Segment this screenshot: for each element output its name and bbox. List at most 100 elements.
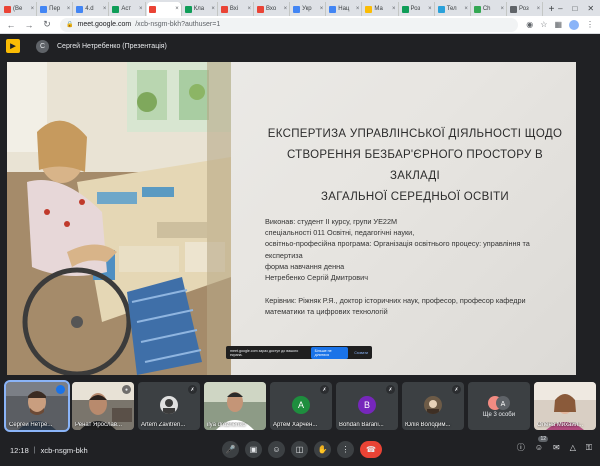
tab-close-icon[interactable]: × <box>31 6 35 12</box>
participant-tile[interactable]: ✗ A Артем Харчен... <box>270 382 332 430</box>
tab-favicon-icon <box>437 5 445 13</box>
tab-close-icon[interactable]: × <box>247 6 251 12</box>
browser-tab[interactable]: (Be × <box>2 2 38 16</box>
participant-tile[interactable]: ● Ренат Ярослав... <box>72 382 134 430</box>
raise-hand-button[interactable]: ✋ <box>314 441 331 458</box>
browser-tab[interactable]: Кла × <box>183 2 218 16</box>
more-participants-tile[interactable]: A Ще 3 особи <box>468 382 530 430</box>
new-tab-button[interactable]: + <box>546 4 557 16</box>
profile-avatar[interactable] <box>569 19 579 30</box>
more-vert-icon: ⋮ <box>341 445 350 454</box>
browser-tab[interactable]: Пер × <box>38 2 74 16</box>
leave-call-button[interactable]: ☎ <box>360 441 382 458</box>
tab-label: Нац <box>338 6 350 12</box>
emoji-icon: ☺ <box>272 445 281 454</box>
minimize-icon[interactable]: – <box>558 4 562 13</box>
close-window-icon[interactable]: ✕ <box>587 4 594 13</box>
stop-sharing-button[interactable]: Більше не ділитися <box>310 346 349 359</box>
tab-favicon-icon <box>220 5 228 13</box>
maximize-icon[interactable]: □ <box>573 4 578 13</box>
bookmark-star-icon[interactable]: ☆ <box>540 20 547 29</box>
participant-tile[interactable]: ✗ B Bohdan Barani... <box>336 382 398 430</box>
tab-close-icon[interactable]: × <box>500 6 504 12</box>
participant-name: Ренат Ярослав... <box>75 422 123 428</box>
camera-permission-icon[interactable]: ◉ <box>526 20 533 29</box>
browser-tab[interactable]: × <box>146 2 182 16</box>
browser-tab[interactable]: Нац × <box>327 2 363 16</box>
browser-tab[interactable]: Роз × <box>400 2 435 16</box>
tab-close-icon[interactable]: × <box>320 6 324 12</box>
camera-button[interactable]: ▣ <box>245 441 262 458</box>
browser-tab[interactable]: Вхо × <box>255 2 291 16</box>
participant-tile[interactable]: Сергей Нетре... <box>4 380 70 432</box>
present-screen-icon: ◫ <box>295 445 304 454</box>
back-icon[interactable]: ← <box>6 20 16 30</box>
hide-notification-button[interactable]: Сховати <box>354 351 368 355</box>
present-button[interactable]: ◫ <box>291 441 308 458</box>
mic-off-icon: ● <box>122 385 131 394</box>
current-time: 12:18 <box>10 445 29 455</box>
forward-icon[interactable]: → <box>24 20 34 30</box>
slide-title-line: ЗАГАЛЬНОЇ СЕРЕДНЬОЇ ОСВІТИ <box>321 191 509 203</box>
presentation-slide: ЕКСПЕРТИЗА УПРАВЛІНСЬКОЇ ДІЯЛЬНОСТІ ЩОДО… <box>7 62 576 375</box>
tab-favicon-icon <box>473 5 481 13</box>
slide-body-line: освітньо-професійна програма: Організаці… <box>265 239 530 249</box>
meeting-code: xcb-nsgm-bkh <box>40 445 88 455</box>
tab-favicon-icon <box>256 5 264 13</box>
browser-tab[interactable]: Аст × <box>110 2 146 16</box>
chat-icon[interactable]: ✉ <box>553 443 560 452</box>
browser-tab[interactable]: Ch × <box>472 2 507 16</box>
browser-tab[interactable]: Укр × <box>291 2 327 16</box>
tab-close-icon[interactable]: × <box>464 6 468 12</box>
tab-close-icon[interactable]: × <box>537 6 541 12</box>
microphone-button[interactable]: 🎤 <box>222 441 239 458</box>
tab-close-icon[interactable]: × <box>356 6 360 12</box>
participant-tile[interactable]: ✗ Artem Zavitren... <box>138 382 200 430</box>
reload-icon[interactable]: ↻ <box>42 19 52 30</box>
mic-off-icon: ✗ <box>320 385 329 394</box>
participant-name: Artem Zavitren... <box>141 422 186 428</box>
tab-favicon-icon <box>293 5 301 13</box>
participant-tile[interactable]: ilya drozhenko <box>204 382 266 430</box>
slide-body-line: експертиза <box>265 250 303 260</box>
browser-tab[interactable]: Ма × <box>363 2 399 16</box>
mic-off-icon: ✗ <box>188 385 197 394</box>
separator: | <box>33 446 36 454</box>
tab-label: Аст <box>121 6 132 12</box>
tab-close-icon[interactable]: × <box>175 6 179 12</box>
tab-label: (Be <box>13 6 23 12</box>
tab-label: Роз <box>410 6 421 12</box>
slide-supervisor-line: математики та цифрових технологій <box>265 307 388 317</box>
reactions-button[interactable]: ☺ <box>268 441 285 458</box>
slide-body-line: спеціальності 011 Освітні, педагогічні н… <box>265 228 415 238</box>
url-path: /xcb-nsgm-bkh?authuser=1 <box>135 21 221 28</box>
tab-favicon-icon <box>184 5 192 13</box>
slide-body-line: Нетребенко Сергій Дмитрович <box>265 273 369 283</box>
menu-kebab-icon[interactable]: ⋮ <box>586 20 594 29</box>
tab-close-icon[interactable]: × <box>67 6 71 12</box>
tab-close-icon[interactable]: × <box>103 6 107 12</box>
browser-tab[interactable]: Тел × <box>436 2 471 16</box>
tab-close-icon[interactable]: × <box>392 6 396 12</box>
browser-tab-strip: (Be × Пер × 4.d × Аст × × Кла × Вхі × Вхо × Укр × Нац × Ма ×… <box>0 0 600 16</box>
participant-avatar <box>424 396 442 414</box>
browser-tab[interactable]: Роз × <box>508 2 544 16</box>
participant-tile[interactable]: Олена Михайл... <box>534 382 596 430</box>
browser-tab[interactable]: Вхі × <box>219 2 254 16</box>
url-field[interactable]: 🔒 meet.google.com/xcb-nsgm-bkh?authuser=… <box>60 17 519 32</box>
participant-tile[interactable]: ✗ Юлія Володим... <box>402 382 464 430</box>
meeting-details-icon[interactable]: ⓘ <box>517 442 525 453</box>
host-controls-icon[interactable]: ⚿ <box>586 443 592 453</box>
meeting-control-bar: 12:18 | xcb-nsgm-bkh 🎤 ▣ ☺ ◫ ✋ ⋮ ☎ ⓘ ☺ 1… <box>0 434 600 466</box>
people-button[interactable]: ☺ 12 <box>535 436 549 452</box>
tab-close-icon[interactable]: × <box>284 6 288 12</box>
tab-close-icon[interactable]: × <box>139 6 143 12</box>
more-options-button[interactable]: ⋮ <box>337 441 354 458</box>
tab-label: Пер <box>49 6 61 12</box>
tab-close-icon[interactable]: × <box>428 6 432 12</box>
activities-icon[interactable]: △ <box>570 443 576 452</box>
extensions-icon[interactable]: ▦ <box>554 20 562 29</box>
browser-tab[interactable]: 4.d × <box>74 2 110 16</box>
tab-label: Роз <box>518 6 529 12</box>
tab-close-icon[interactable]: × <box>211 6 215 12</box>
